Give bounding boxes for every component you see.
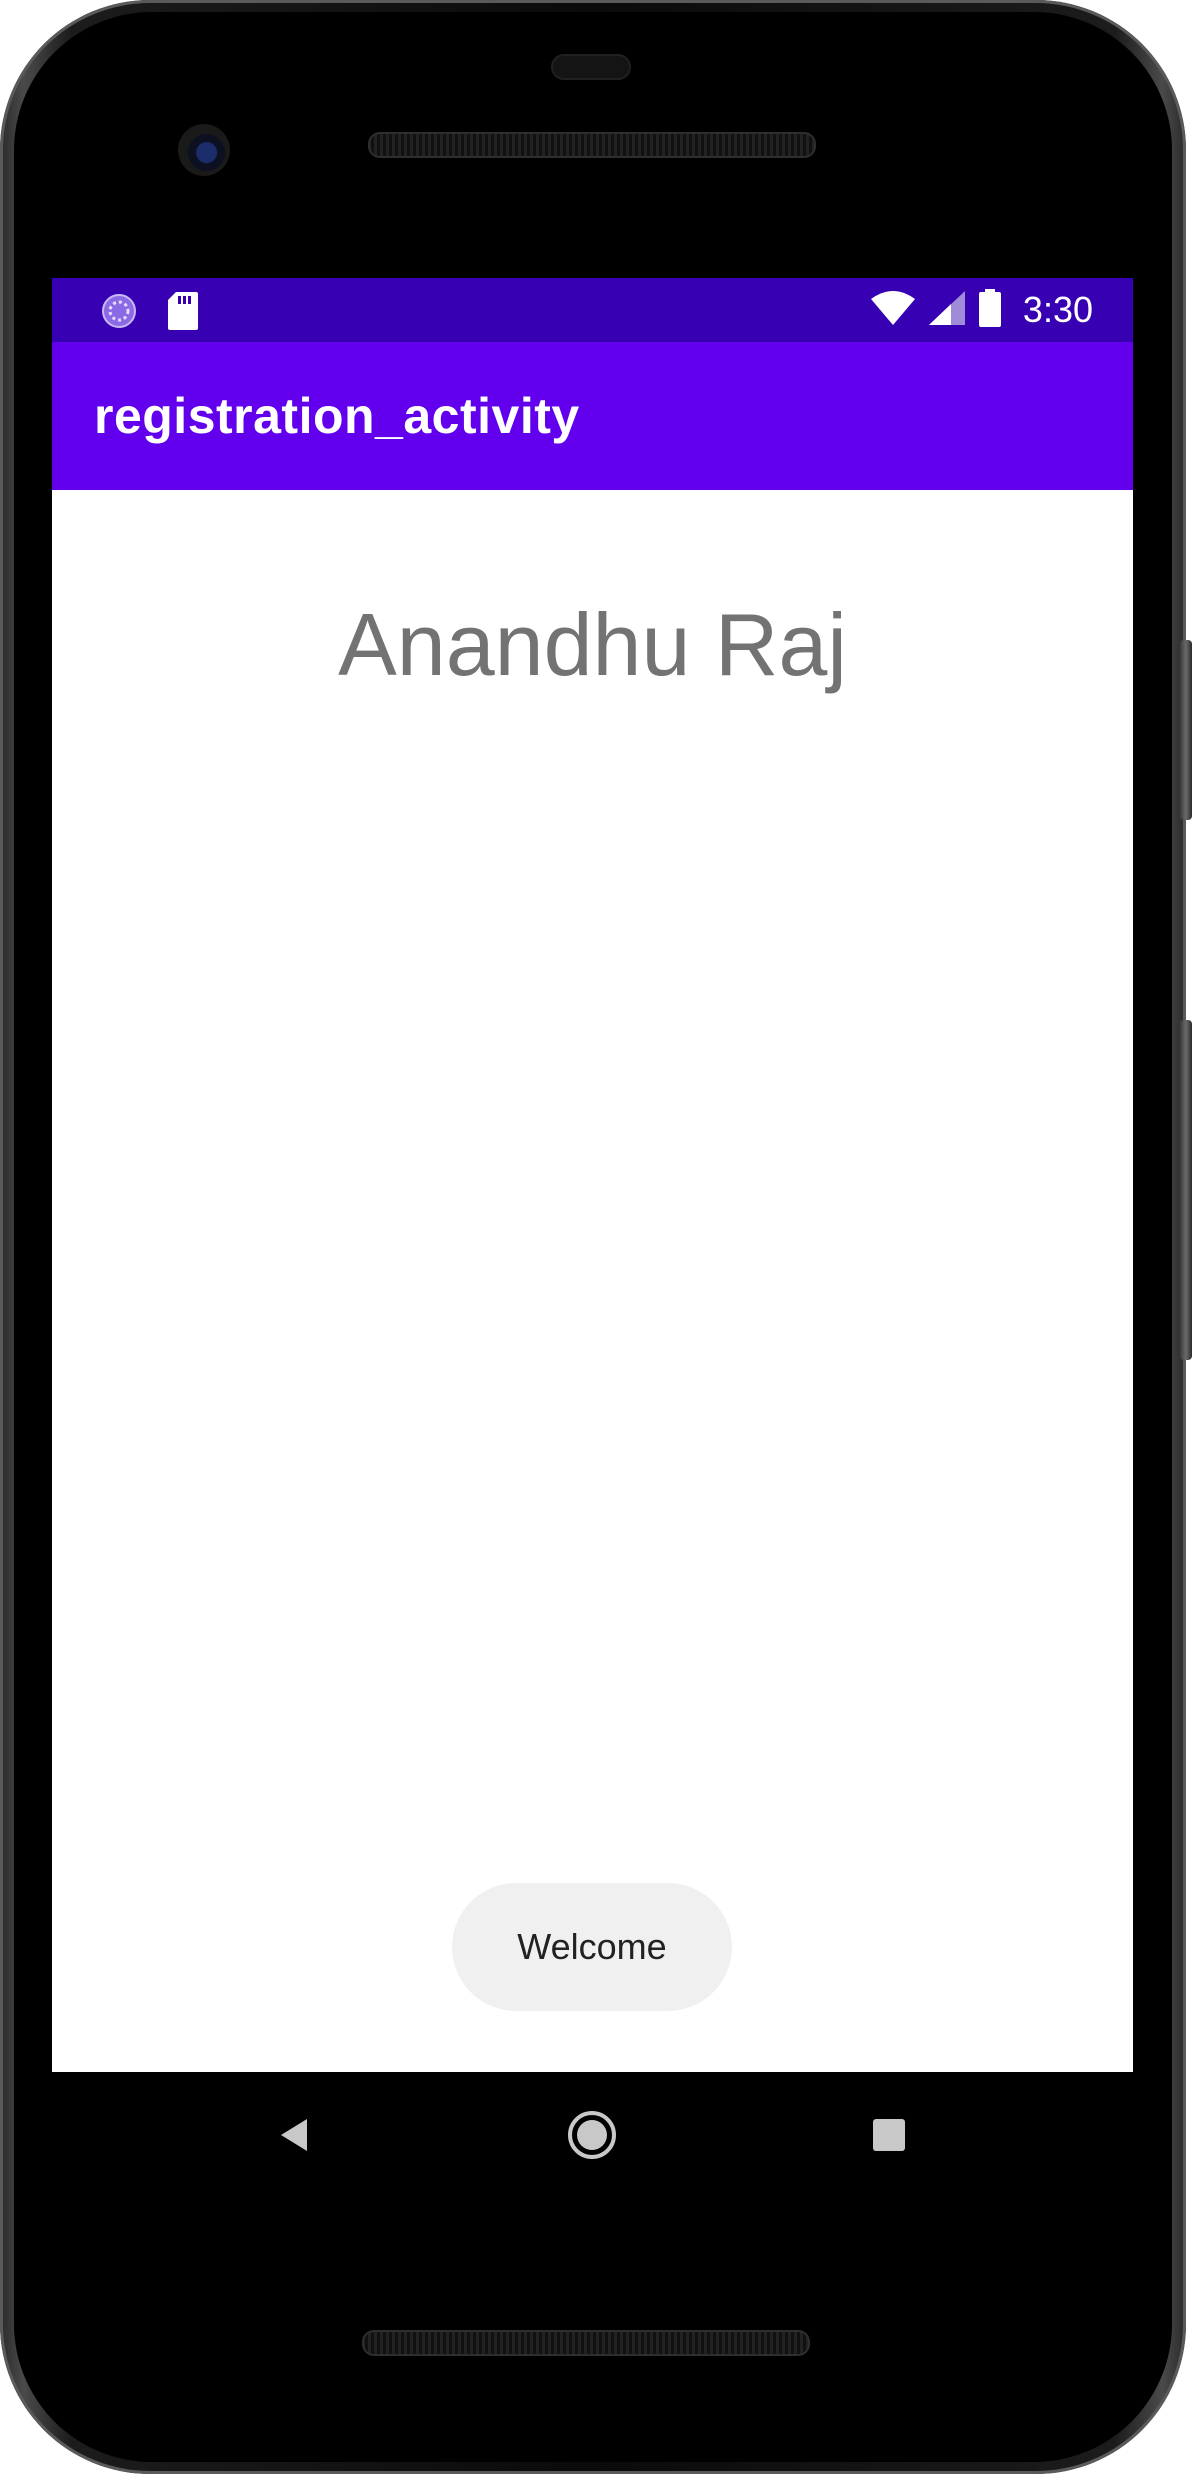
app-title: registration_activity bbox=[94, 388, 580, 444]
home-icon bbox=[566, 2109, 618, 2166]
screen: 3:30 registration_activity Anandhu Raj W… bbox=[52, 278, 1133, 2072]
back-icon bbox=[277, 2117, 311, 2158]
earpiece bbox=[551, 54, 631, 80]
status-bar: 3:30 bbox=[52, 278, 1133, 342]
app-bar: registration_activity bbox=[52, 342, 1133, 490]
top-speaker-grille bbox=[368, 132, 816, 158]
sd-card-icon bbox=[168, 292, 198, 335]
power-button bbox=[1180, 640, 1192, 820]
status-time: 3:30 bbox=[1022, 289, 1093, 330]
navigation-bar bbox=[52, 2072, 1133, 2202]
recents-button[interactable] bbox=[824, 2072, 954, 2202]
back-button[interactable] bbox=[229, 2072, 359, 2202]
progress-spinner-icon bbox=[100, 292, 138, 335]
bottom-speaker-grille bbox=[362, 2330, 810, 2356]
recents-icon bbox=[872, 2118, 906, 2157]
cell-signal-icon bbox=[928, 290, 965, 330]
home-button[interactable] bbox=[527, 2072, 657, 2202]
front-camera bbox=[178, 124, 230, 176]
name-text: Anandhu Raj bbox=[338, 595, 847, 694]
battery-icon bbox=[978, 288, 1001, 332]
volume-button bbox=[1180, 1020, 1192, 1360]
wifi-icon bbox=[870, 290, 915, 330]
device-screenshot: 3:30 registration_activity Anandhu Raj W… bbox=[0, 0, 1194, 2480]
toast-message: Welcome bbox=[452, 1883, 732, 2011]
main-content: Anandhu Raj Welcome bbox=[52, 490, 1133, 2072]
status-right-group: 3:30 bbox=[870, 278, 1093, 342]
